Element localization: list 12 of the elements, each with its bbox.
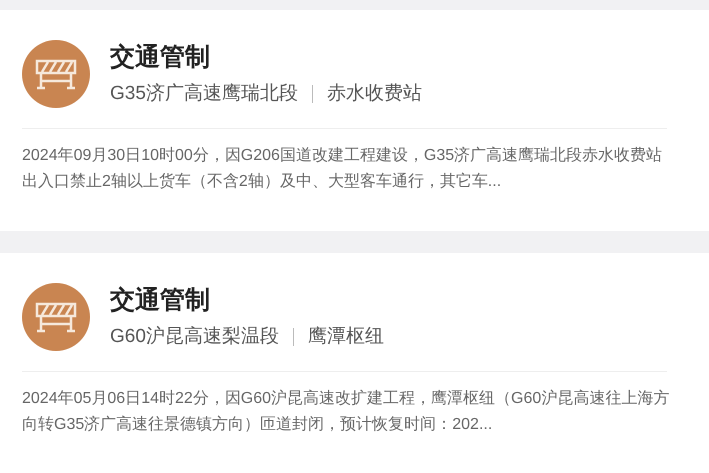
- notice-card[interactable]: 交通管制 G35济广高速鹰瑞北段 赤水收费站 2024年09月30日10时00分，因G206国道改建工程建设，G35济广高速鹰瑞北段赤水收费站出入口禁止2轴以上货车（不含2轴）及中、大型客车通行，其它车...: [0, 10, 709, 230]
- notice-description: 2024年09月30日10时00分，因G206国道改建工程建设，G35济广高速鹰瑞北段赤水收费站出入口禁止2轴以上货车（不含2轴）及中、大型客车通行，其它车...: [22, 146, 664, 192]
- notice-description: 2024年05月06日14时22分，因G60沪昆高速改扩建工程，鹰潭枢纽（G60沪昆高速往上海方向转G35济广高速往景德镇方向）匝道封闭，预计恢复时间：202...: [22, 388, 670, 434]
- notice-title: 交通管制: [110, 284, 211, 316]
- road-barrier-icon: [22, 282, 90, 350]
- notice-card[interactable]: 交通管制 G60沪昆高速梨温段 鹰潭枢纽 2024年05月06日14时22分，因G60沪昆高速改扩建工程，鹰潭枢纽（G60沪昆高速往上海方向转G35济广高速往景德镇方向）匝道封闭，预计恢复时间：202...: [0, 252, 709, 473]
- location-name: 赤水收费站: [326, 82, 422, 106]
- notice-title: 交通管制: [110, 42, 211, 73]
- location-name: 鹰潭枢纽: [308, 324, 384, 348]
- road-section: G60沪昆高速梨温段: [110, 324, 279, 350]
- road-section: G35济广高速鹰瑞北段: [110, 81, 298, 107]
- road-barrier-icon: [22, 40, 90, 108]
